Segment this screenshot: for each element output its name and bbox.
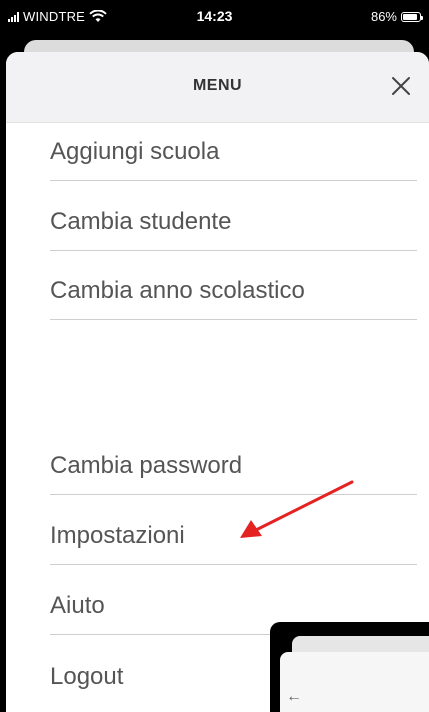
menu-item-label: Cambia studente bbox=[50, 208, 232, 235]
menu-item-cambia-password[interactable]: Cambia password bbox=[50, 426, 417, 495]
battery-percent: 86% bbox=[370, 9, 397, 24]
status-bar: WINDTRE 14:23 86% bbox=[0, 0, 429, 38]
menu-item-label: Aggiungi scuola bbox=[50, 138, 220, 165]
menu-item-label: Impostazioni bbox=[50, 522, 185, 549]
menu-item-label: Cambia anno scolastico bbox=[50, 277, 305, 304]
menu-item-aggiungi-scuola[interactable]: Aggiungi scuola bbox=[50, 112, 417, 181]
menu-item-label: Logout bbox=[50, 663, 124, 690]
menu-item-cambia-studente[interactable]: Cambia studente bbox=[50, 182, 417, 251]
back-arrow-icon: ← bbox=[286, 688, 302, 705]
menu-sheet: MENU Aggiungi scuola Cambia studente Cam… bbox=[6, 52, 429, 712]
menu-item-impostazioni[interactable]: Impostazioni bbox=[50, 496, 417, 565]
menu-title: MENU bbox=[192, 77, 243, 94]
menu-item-label: Cambia password bbox=[50, 452, 243, 479]
close-icon[interactable] bbox=[387, 72, 415, 100]
menu-item-label: Aiuto bbox=[50, 592, 105, 619]
preview-inner-card: ← bbox=[280, 652, 429, 712]
status-time: 14:23 bbox=[196, 8, 233, 24]
battery-icon bbox=[401, 11, 423, 22]
preview-card: ← bbox=[270, 622, 429, 712]
status-right: 86% bbox=[370, 9, 423, 24]
menu-item-cambia-anno-scolastico[interactable]: Cambia anno scolastico bbox=[50, 251, 417, 320]
